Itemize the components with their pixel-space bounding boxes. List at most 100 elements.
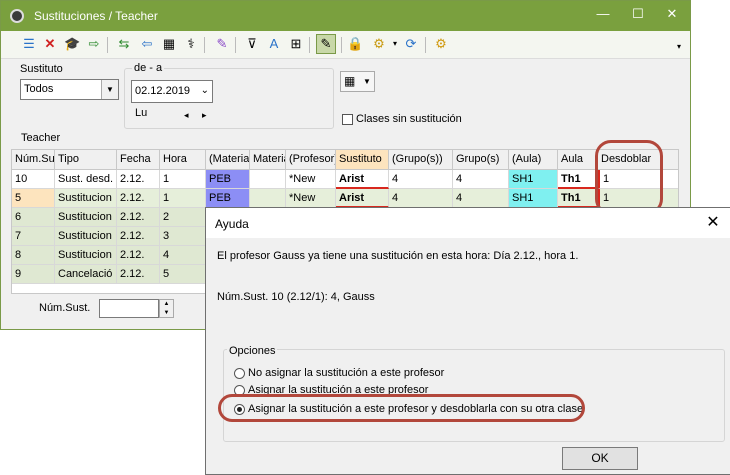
table-cell[interactable]: Th1 — [558, 170, 598, 189]
table-cell[interactable]: Sust. desd. — [55, 170, 117, 189]
table-cell[interactable]: 4 — [453, 189, 509, 208]
ok-button[interactable]: OK — [562, 447, 638, 470]
chevron-down-icon[interactable]: ▾ — [387, 36, 403, 52]
table-cell[interactable]: Sustitucion — [55, 246, 117, 265]
date-picker[interactable]: 02.12.2019 ⌄ — [131, 80, 213, 103]
close-button[interactable]: ✕ — [655, 1, 689, 29]
table-cell[interactable]: 1 — [160, 170, 206, 189]
table-cell[interactable]: Arist — [336, 170, 389, 189]
column-header[interactable]: Aula — [558, 150, 598, 170]
maximize-button[interactable]: ☐ — [621, 1, 655, 29]
option-label-1[interactable]: No asignar la sustitución a este profeso… — [248, 367, 444, 379]
table-cell[interactable]: 6 — [12, 208, 55, 227]
table-cell[interactable]: Arist — [336, 189, 389, 208]
column-header[interactable]: Tipo — [55, 150, 117, 170]
substitute-icon[interactable]: ⇆ — [116, 36, 132, 52]
table-cell[interactable]: Sustitucion — [55, 208, 117, 227]
table-cell[interactable]: 4 — [453, 170, 509, 189]
column-header[interactable]: (Materia) — [206, 150, 250, 170]
table-cell[interactable]: 2.12. — [117, 265, 160, 284]
toolbar-overflow-icon[interactable]: ▾ — [671, 39, 687, 55]
table-cell[interactable]: 8 — [12, 246, 55, 265]
dialog-title: Ayuda — [215, 217, 249, 231]
dialog-message: El profesor Gauss ya tiene una sustituci… — [217, 250, 579, 262]
magic-wand-icon[interactable]: ✎ — [214, 36, 230, 52]
table-cell[interactable]: 1 — [160, 189, 206, 208]
table-cell[interactable]: 2.12. — [117, 189, 160, 208]
unsubstituted-checkbox[interactable] — [342, 114, 353, 125]
table-cell[interactable]: 2.12. — [117, 246, 160, 265]
table-cell[interactable]: PEB — [206, 170, 250, 189]
substitute-label: Sustituto — [20, 63, 63, 75]
table-cell[interactable]: PEB — [206, 189, 250, 208]
options-label: Opciones — [227, 345, 278, 357]
table-cell[interactable]: Th1 — [558, 189, 598, 208]
table-cell[interactable]: 5 — [12, 189, 55, 208]
num-sust-input[interactable] — [99, 299, 159, 318]
lock-icon[interactable]: 🔒 — [347, 36, 363, 52]
substitute-select[interactable]: Todos ▼ — [20, 79, 119, 100]
table-cell[interactable]: Sustitucion — [55, 189, 117, 208]
table-cell[interactable]: 2 — [160, 208, 206, 227]
help-icon[interactable]: ⟳ — [403, 36, 419, 52]
prev-day-button[interactable]: ◂ — [184, 110, 189, 121]
column-header[interactable]: Sustituto — [336, 150, 389, 170]
toolbar: ☰ ✕ 🎓 ⇨ ⇆ ⇦ ▦ ⚕ ✎ ⊽ A ⊞ ✎ 🔒 ⚙ ▾ ⟳ ⚙ ▾ — [1, 31, 690, 59]
highlight-oval-split-column — [595, 140, 663, 215]
option-radio-1[interactable] — [234, 368, 245, 379]
table-cell[interactable]: 2.12. — [117, 170, 160, 189]
table-cell[interactable]: SH1 — [509, 170, 558, 189]
filter-icon[interactable]: ⊽ — [244, 36, 260, 52]
column-header[interactable]: (Aula) — [509, 150, 558, 170]
table-cell[interactable]: *New — [286, 170, 336, 189]
stethoscope-icon[interactable]: ⚕ — [183, 36, 199, 52]
table-cell[interactable]: 10 — [12, 170, 55, 189]
separator — [204, 37, 205, 53]
column-header[interactable]: Núm.Su — [12, 150, 55, 170]
import-icon[interactable]: ⇦ — [139, 36, 155, 52]
settings-dropdown-icon[interactable]: ⚙ — [371, 36, 387, 52]
table-cell[interactable]: 3 — [160, 227, 206, 246]
table-cell[interactable]: SH1 — [509, 189, 558, 208]
num-sust-stepper[interactable]: ▲ ▼ — [159, 299, 174, 318]
table-cell[interactable]: 5 — [160, 265, 206, 284]
edit-icon[interactable]: ✎ — [316, 34, 336, 54]
table-cell[interactable]: Sustitucion — [55, 227, 117, 246]
table-cell[interactable]: 2.12. — [117, 227, 160, 246]
date-value: 02.12.2019 — [135, 85, 191, 97]
column-header[interactable]: Grupo(s) — [453, 150, 509, 170]
column-header[interactable]: (Profesor) — [286, 150, 336, 170]
dialog-close-button[interactable]: ✕ — [703, 213, 723, 233]
grid-icon[interactable]: ⊞ — [288, 36, 304, 52]
table-cell[interactable]: 4 — [160, 246, 206, 265]
graduation-cap-icon[interactable]: 🎓 — [64, 36, 80, 52]
table-cell[interactable] — [250, 189, 286, 208]
table-cell[interactable]: 4 — [389, 170, 453, 189]
table-cell[interactable]: Cancelació — [55, 265, 117, 284]
column-header[interactable]: Materia — [250, 150, 286, 170]
table-cell[interactable]: *New — [286, 189, 336, 208]
table-cell[interactable]: 2.12. — [117, 208, 160, 227]
column-header[interactable]: Hora — [160, 150, 206, 170]
column-header[interactable]: (Grupo(s)) — [389, 150, 453, 170]
calculator-icon[interactable]: ▦ — [161, 36, 177, 52]
table-cell[interactable]: 7 — [12, 227, 55, 246]
dialog-title-bar: Ayuda ✕ — [206, 208, 730, 238]
separator — [341, 37, 342, 53]
separator — [107, 37, 108, 53]
substitute-value: Todos — [24, 83, 54, 95]
table-cell[interactable]: 9 — [12, 265, 55, 284]
sort-icon[interactable]: A — [266, 36, 282, 52]
minimize-button[interactable]: — — [586, 1, 620, 29]
list-icon[interactable]: ☰ — [21, 36, 37, 52]
unsubstituted-label: Clases sin sustitución — [356, 113, 462, 125]
delete-icon[interactable]: ✕ — [42, 36, 58, 52]
column-header[interactable]: Fecha — [117, 150, 160, 170]
gear-icon[interactable]: ⚙ — [433, 36, 449, 52]
calendar-icon: ▦ — [344, 74, 356, 88]
export-icon[interactable]: ⇨ — [86, 36, 102, 52]
table-cell[interactable]: 4 — [389, 189, 453, 208]
next-day-button[interactable]: ▸ — [202, 110, 207, 121]
calendar-dropdown[interactable]: ▦ ▼ — [340, 71, 375, 92]
table-cell[interactable] — [250, 170, 286, 189]
